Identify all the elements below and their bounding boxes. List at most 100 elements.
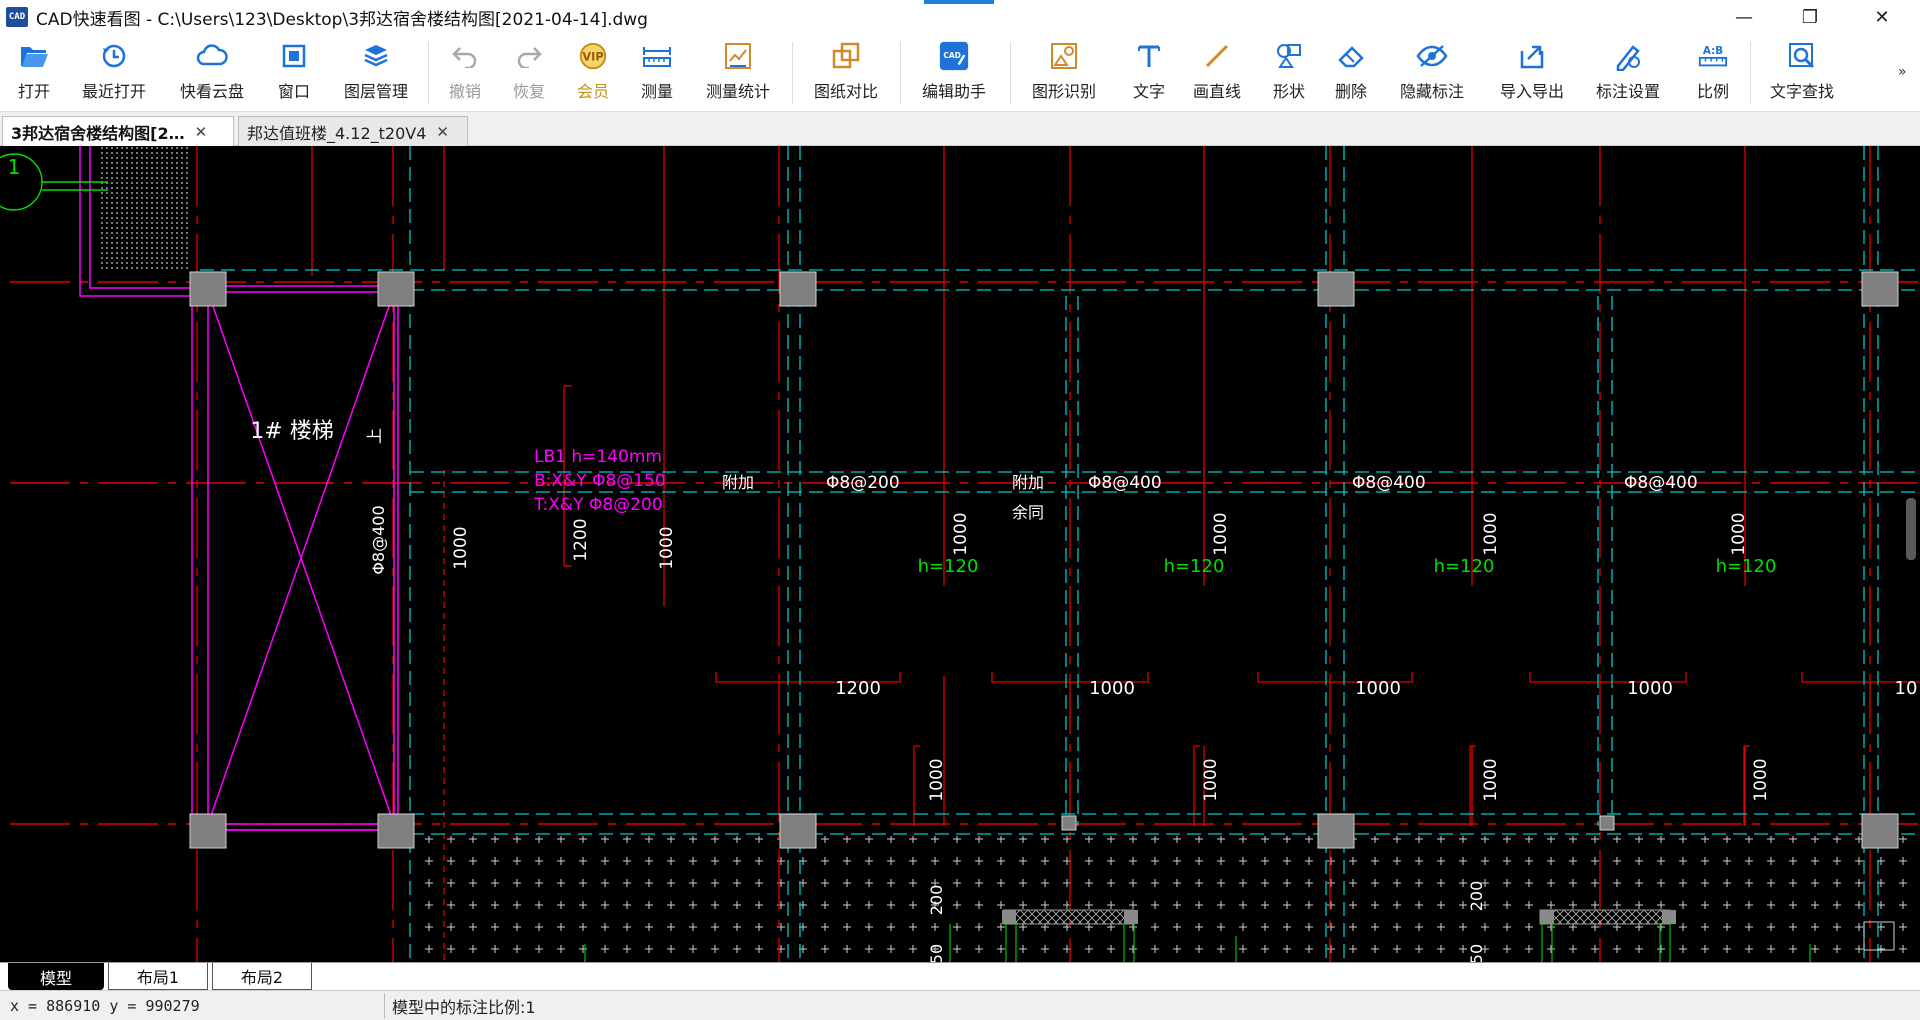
dimension-text: 10 [1895,678,1918,699]
toolbar-overflow-button[interactable]: » [1898,64,1907,80]
svg-text:A:B: A:B [1703,45,1723,57]
dimension-text: 1000 [1627,678,1673,699]
status-separator [384,993,385,1019]
delete-button[interactable]: 删除 [1328,40,1374,108]
shape-icon [1273,40,1305,72]
window-icon [278,40,310,72]
doc-tab-duty-building[interactable]: 邦达值班楼_4.12_t20V4 ✕ [238,116,468,146]
annotation-settings-button[interactable]: 标注设置 [1590,40,1666,108]
edit-assistant-button[interactable]: CAD 编辑助手 [916,40,992,108]
vip-member-button[interactable]: VIP 会员 [570,40,616,108]
draw-line-button[interactable]: 画直线 [1186,40,1248,108]
doc-tab-label: 邦达值班楼_4.12_t20V4 [247,123,427,143]
tab-model[interactable]: 模型 [8,963,104,990]
stair-label: 1# 楼梯 [250,419,333,444]
dimension-text: 200 [1467,881,1486,912]
drawing-compare-button[interactable]: 图纸对比 [808,40,884,108]
undo-icon [449,40,481,72]
title-bar: CAD CAD快速看图 - C:\Users\123\Desktop\3邦达宿舍… [0,0,1920,34]
tag-same-rest: 余同 [1012,503,1044,522]
recent-clock-icon [98,40,130,72]
dimension-text: 1200 [835,678,881,699]
shape-tool-button[interactable]: 形状 [1266,40,1312,108]
dimension-text: 200 [927,885,946,916]
import-export-button[interactable]: 导入导出 [1494,40,1570,108]
tag-additional-rebar: 附加 [1012,473,1044,492]
open-button[interactable]: 打开 [10,40,58,108]
toolbar-separator [900,42,901,104]
layer-manager-button[interactable]: 图层管理 [338,40,414,108]
text-icon [1133,40,1165,72]
minimize-button[interactable]: — [1712,0,1776,34]
shape-recognize-icon [1048,40,1080,72]
close-tab-icon[interactable]: ✕ [436,123,449,141]
slab-thickness-label: h=120 [1434,556,1495,577]
dimension-text: 1000 [1355,678,1401,699]
slab-annotation-line3: T:X&Y Φ8@200 [533,495,663,515]
redo-button[interactable]: 恢复 [506,40,552,108]
tab-layout-1[interactable]: 布局1 [108,963,208,990]
layout-tab-bar: 模型 布局1 布局2 [0,962,1920,990]
measure-stats-button[interactable]: 测量统计 [700,40,776,108]
dimension-text: 1000 [1729,512,1749,555]
text-search-icon [1786,40,1818,72]
slab-annotation-line1: LB1 h=140mm [534,447,662,467]
shape-recognize-button[interactable]: 图形识别 [1026,40,1102,108]
doc-tab-dormitory[interactable]: 3邦达宿舍楼结构图[2… ✕ [2,116,234,146]
slab-annotation-line2: B:X&Y Φ8@150 [534,471,666,491]
toolbar-separator [1750,42,1751,104]
folder-open-icon [18,40,50,72]
annotation-settings-icon [1612,40,1644,72]
dimension-text: 1000 [1481,758,1501,801]
line-icon [1201,40,1233,72]
rebar-label: Φ8@400 [1088,473,1162,493]
svg-text:CAD: CAD [943,51,961,60]
scale-ratio-button[interactable]: A:B 比例 [1690,40,1736,108]
dimension-text: 1000 [1089,678,1135,699]
window-button[interactable]: 窗口 [272,40,316,108]
close-tab-icon[interactable]: ✕ [195,123,208,141]
edit-assistant-icon: CAD [938,40,970,72]
eraser-icon [1335,40,1367,72]
undo-button[interactable]: 撤销 [442,40,488,108]
measure-button[interactable]: 测量 [634,40,680,108]
dimension-text: 1200 [571,518,591,561]
dimension-text: 1000 [1481,512,1501,555]
tab-layout-2[interactable]: 布局2 [212,963,312,990]
slab-thickness-label: h=120 [918,556,979,577]
cursor-coordinates: x = 886910 y = 990279 [10,996,200,1015]
window-title: CAD快速看图 - C:\Users\123\Desktop\3邦达宿舍楼结构图… [36,9,648,30]
dimension-text: 50 [1467,944,1486,962]
eye-hide-icon [1416,40,1448,72]
rebar-label: Φ8@200 [826,473,900,493]
rebar-hooks [564,385,1920,826]
svg-text:VIP: VIP [582,51,603,64]
document-tab-bar: 3邦达宿舍楼结构图[2… ✕ 邦达值班楼_4.12_t20V4 ✕ [0,112,1920,146]
annotation-scale-text: 模型中的标注比例:1 [392,997,536,1017]
vip-icon: VIP [577,40,609,72]
toolbar-separator [792,42,793,104]
text-search-button[interactable]: 文字查找 [1764,40,1840,108]
cad-drawing-canvas[interactable]: 1 1# 楼梯 上 Φ8@400 LB1 h=140mm B:X&Y Φ8@15… [0,146,1920,962]
cad-drawing-svg: 1 1# 楼梯 上 Φ8@400 LB1 h=140mm B:X&Y Φ8@15… [0,146,1920,962]
canvas-scroll-handle[interactable] [1906,498,1916,560]
cloud-icon [196,40,228,72]
dimension-text: 1000 [1211,512,1231,555]
dimension-text: 1000 [657,526,677,569]
dimension-text: 1000 [927,758,947,801]
hatched-wall-region [98,146,190,270]
app-logo-icon: CAD [6,7,28,27]
maximize-button[interactable]: ❐ [1778,0,1842,34]
hide-annotation-button[interactable]: 隐藏标注 [1394,40,1470,108]
toolbar-separator [1010,42,1011,104]
doc-tab-label: 3邦达宿舍楼结构图[2… [11,123,185,143]
cloud-disk-button[interactable]: 快看云盘 [174,40,250,108]
close-window-button[interactable]: ✕ [1850,0,1914,34]
dimension-text: 1000 [451,526,471,569]
dimension-text: 1000 [1201,758,1221,801]
compare-icon [830,40,862,72]
redo-icon [513,40,545,72]
recent-open-button[interactable]: 最近打开 [76,40,152,108]
dimension-text: 1000 [951,512,971,555]
text-tool-button[interactable]: 文字 [1126,40,1172,108]
